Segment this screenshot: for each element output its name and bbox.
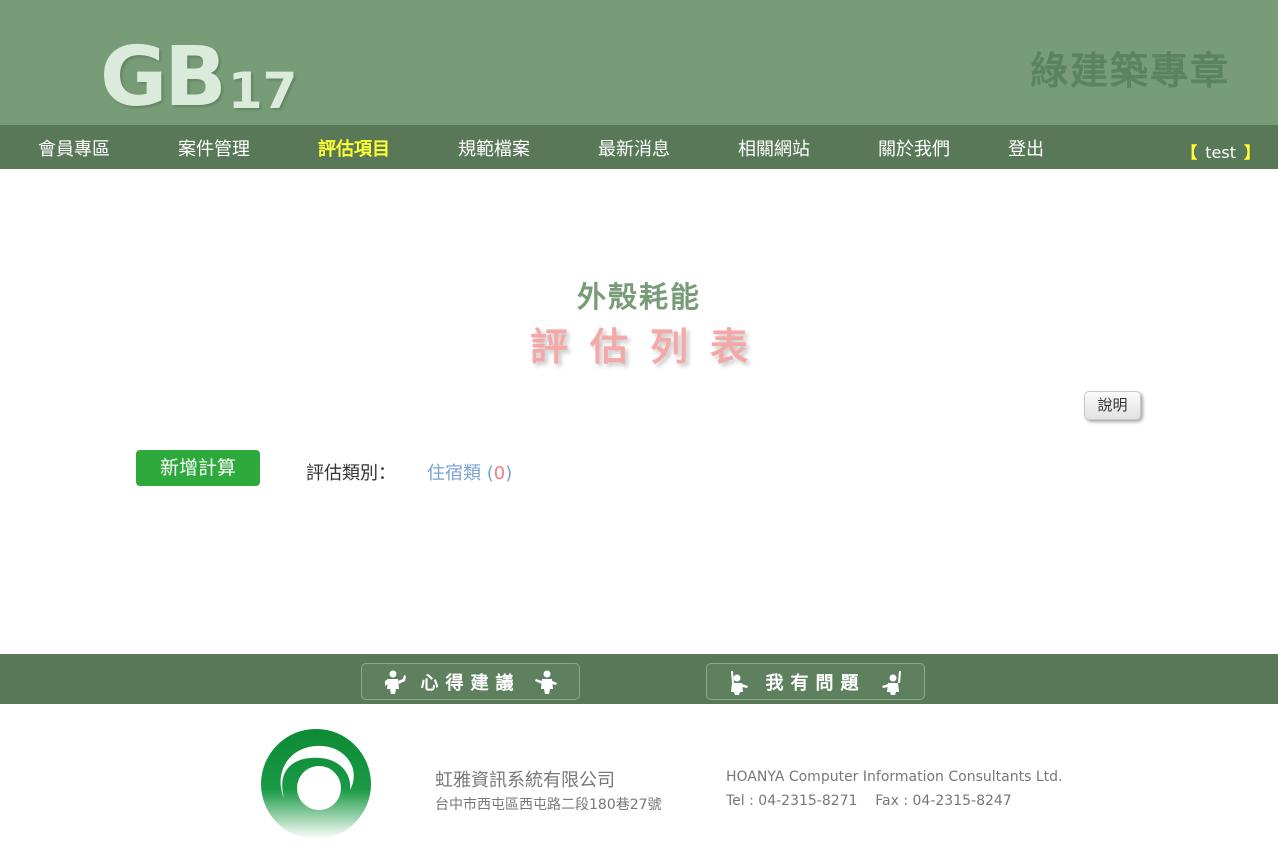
category-label: 評估類別： <box>306 463 396 484</box>
nav-item-regulations[interactable]: 規範檔案 <box>458 135 530 161</box>
category-link-residential[interactable]: 住宿類 (0) <box>427 459 512 485</box>
feedback-button[interactable]: 心得建議 <box>361 663 580 700</box>
help-button[interactable]: 說明 <box>1084 391 1141 420</box>
person-raise-hand-icon <box>878 669 904 695</box>
company-address: 台中市西屯區西屯路二段180巷27號 <box>435 797 662 813</box>
user-bracket-close: 】 <box>1243 143 1260 162</box>
nav-item-cases[interactable]: 案件管理 <box>178 135 250 161</box>
footer-bar: 心得建議 我有問題 <box>0 654 1278 704</box>
site-header: GB 17 綠建築專章 <box>0 0 1278 125</box>
company-contact: Tel : 04-2315-8271 Fax : 04-2315-8247 <box>726 793 1012 809</box>
question-label: 我有問題 <box>765 672 866 694</box>
add-calculation-button[interactable]: 新增計算 <box>136 450 260 486</box>
user-bracket-open: 【 <box>1181 143 1198 162</box>
nav-item-links[interactable]: 相關網站 <box>738 135 810 161</box>
feedback-label: 心得建議 <box>420 672 521 694</box>
logo-sub-text: 17 <box>227 62 298 120</box>
gb17-logo[interactable]: GB 17 <box>100 30 298 125</box>
page-subtitle: 外殼耗能 <box>576 280 701 314</box>
category-name: 住宿類 <box>427 463 481 484</box>
category-paren-close: ) <box>505 463 513 484</box>
person-raise-hand-icon <box>728 669 754 695</box>
category-paren-open: ( <box>486 463 494 484</box>
company-name-english: HOANYA Computer Information Consultants … <box>726 769 1063 785</box>
nav-item-about[interactable]: 關於我們 <box>878 135 950 161</box>
logo-main-text: GB <box>100 30 227 125</box>
nav-item-logout[interactable]: 登出 <box>1008 135 1044 161</box>
user-indicator: 【 test 】 <box>1181 139 1260 163</box>
person-thumbs-up-icon <box>383 669 409 695</box>
page-title: 評估列表 <box>529 325 770 369</box>
nav-item-news[interactable]: 最新消息 <box>598 135 670 161</box>
company-name-chinese: 虹雅資訊系統有限公司 <box>435 770 615 791</box>
nav-item-member[interactable]: 會員專區 <box>38 135 110 161</box>
question-button[interactable]: 我有問題 <box>706 663 925 700</box>
site-title: 綠建築專章 <box>1029 49 1230 93</box>
category-count: 0 <box>493 463 506 484</box>
main-nav: 會員專區 案件管理 評估項目 規範檔案 最新消息 相關網站 關於我們 登出 【 t… <box>0 125 1278 169</box>
username[interactable]: test <box>1205 143 1236 162</box>
person-pointing-icon <box>533 669 559 695</box>
nav-item-evaluation[interactable]: 評估項目 <box>318 135 390 161</box>
company-logo <box>258 728 374 840</box>
